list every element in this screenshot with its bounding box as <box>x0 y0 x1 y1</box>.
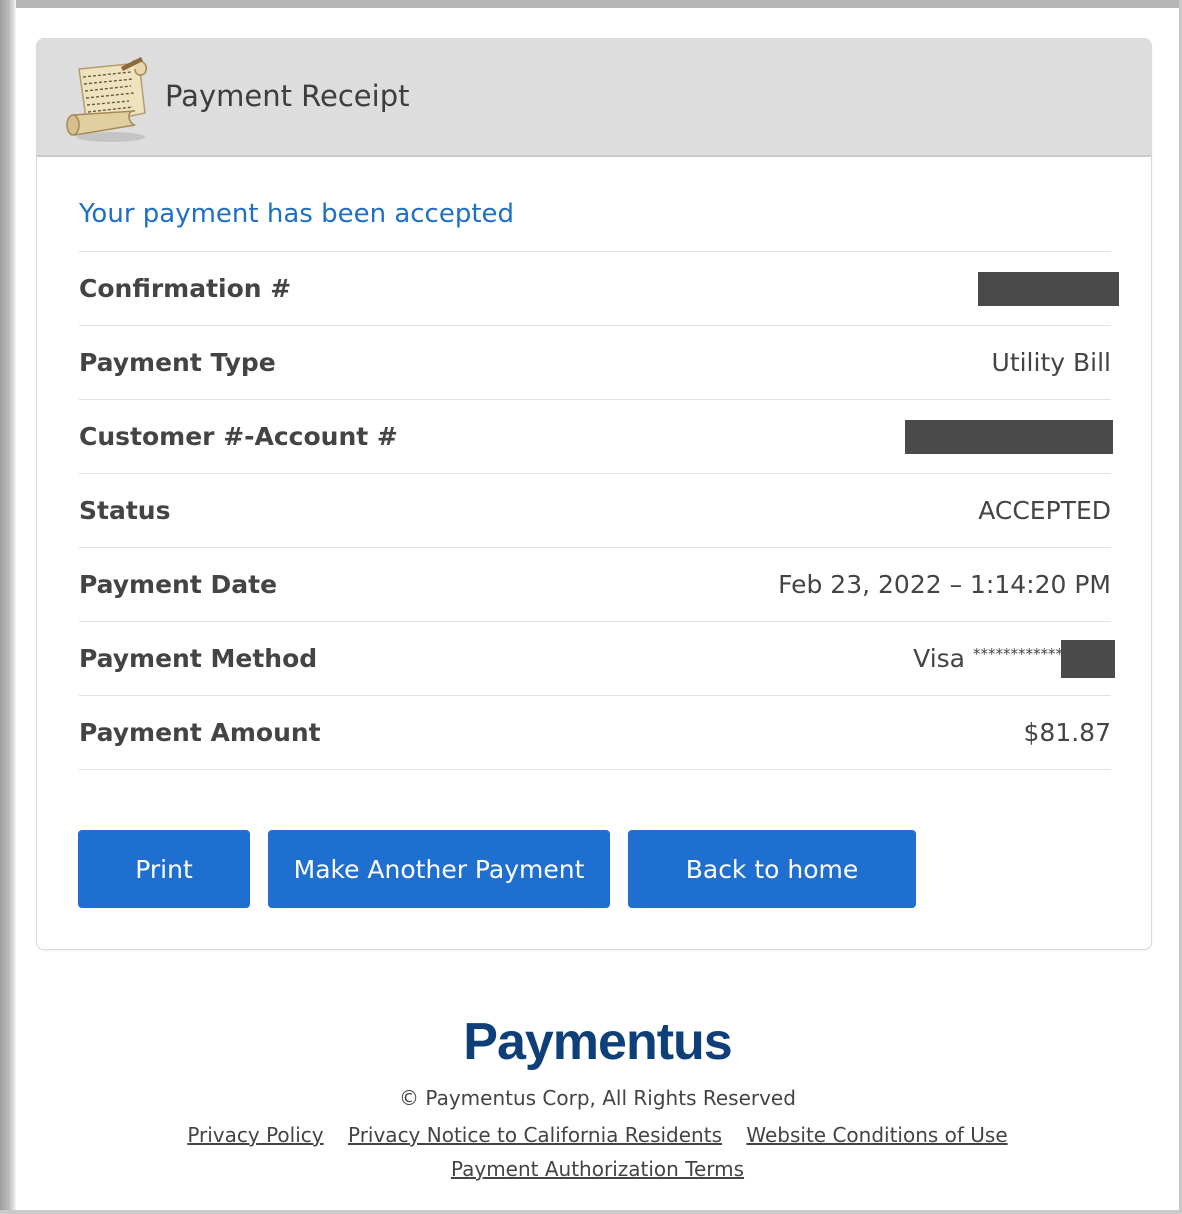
confirmation-number-label: Confirmation # <box>79 274 292 303</box>
customer-account-value <box>905 419 1113 454</box>
window-frame-top <box>0 0 1182 8</box>
status-label: Status <box>79 496 171 525</box>
window-frame-bottom <box>0 1210 1182 1214</box>
payment-method-value: Visa ************ <box>913 639 1115 678</box>
california-privacy-notice-link[interactable]: Privacy Notice to California Residents <box>348 1123 722 1147</box>
row-payment-method: Payment Method Visa ************ <box>79 621 1115 695</box>
row-payment-amount: Payment Amount $81.87 <box>79 695 1111 770</box>
receipt-header: Payment Receipt <box>37 39 1151 157</box>
row-payment-date: Payment Date Feb 23, 2022 – 1:14:20 PM <box>79 547 1111 621</box>
website-conditions-link[interactable]: Website Conditions of Use <box>746 1123 1007 1147</box>
status-value: ACCEPTED <box>978 496 1111 525</box>
row-payment-type: Payment Type Utility Bill <box>79 325 1111 399</box>
paymentus-logo: Paymentus <box>463 1013 732 1071</box>
masked-card-number: ************ <box>973 644 1063 663</box>
print-button[interactable]: Print <box>78 830 250 908</box>
copyright-text: © Paymentus Corp, All Rights Reserved <box>399 1086 796 1110</box>
window-frame-left <box>0 0 16 1214</box>
redaction-block <box>978 271 1119 306</box>
confirmation-number-value <box>978 271 1119 306</box>
payment-authorization-terms-link[interactable]: Payment Authorization Terms <box>451 1157 744 1181</box>
customer-account-label: Customer #-Account # <box>79 422 398 451</box>
footer-links: Privacy Policy Privacy Notice to Califor… <box>16 1118 1179 1186</box>
row-customer-account: Customer #-Account # <box>79 399 1113 473</box>
payment-method-label: Payment Method <box>79 644 318 673</box>
receipt-card: Payment Receipt Your payment has been ac… <box>36 38 1152 950</box>
footer: Paymentus © Paymentus Corp, All Rights R… <box>16 1010 1179 1186</box>
page-title: Payment Receipt <box>165 79 410 113</box>
payment-amount-label: Payment Amount <box>79 718 321 747</box>
payment-accepted-message: Your payment has been accepted <box>79 199 515 229</box>
privacy-policy-link[interactable]: Privacy Policy <box>187 1123 323 1147</box>
make-another-payment-button[interactable]: Make Another Payment <box>268 830 610 908</box>
row-status: Status ACCEPTED <box>79 473 1111 547</box>
back-to-home-button[interactable]: Back to home <box>628 830 916 908</box>
payment-date-label: Payment Date <box>79 570 278 599</box>
redaction-block <box>905 419 1113 454</box>
card-brand: Visa <box>913 644 965 673</box>
payment-type-label: Payment Type <box>79 348 276 377</box>
payment-amount-value: $81.87 <box>1023 718 1111 747</box>
receipt-details: Confirmation # Payment Type Utility Bill… <box>79 251 1119 770</box>
scroll-icon <box>66 57 147 142</box>
payment-date-value: Feb 23, 2022 – 1:14:20 PM <box>778 570 1111 599</box>
payment-type-value: Utility Bill <box>991 348 1111 377</box>
row-confirmation-number: Confirmation # <box>79 251 1119 325</box>
redaction-block <box>1061 639 1115 678</box>
